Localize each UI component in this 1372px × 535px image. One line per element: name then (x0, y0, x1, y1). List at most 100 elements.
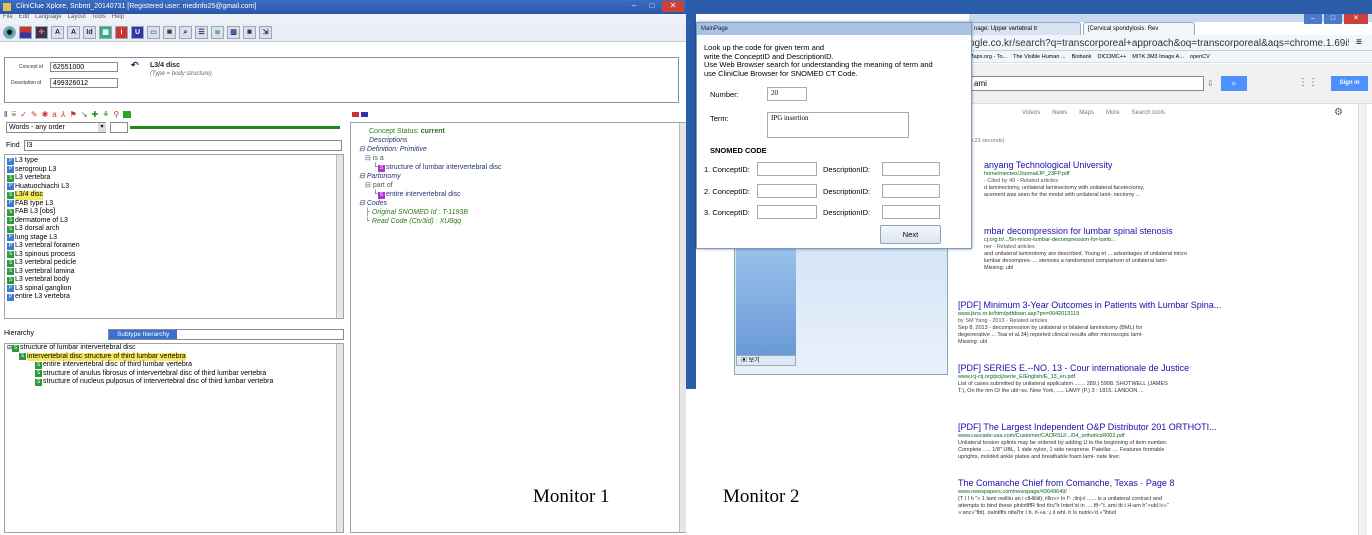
flag-uk-icon[interactable] (361, 112, 368, 117)
page-scrollbar[interactable] (1358, 104, 1367, 535)
list-item[interactable]: S L3 spinous process (7, 251, 341, 260)
descriptions-link[interactable]: Descriptions (369, 136, 408, 145)
tool-icon[interactable]: ✎ (31, 110, 38, 119)
is-a-target[interactable]: structure of lumbar intervertebral disc (386, 164, 502, 171)
list-item[interactable]: Sdermatome of L3 (7, 217, 341, 226)
result-url[interactable]: home/mecteo/Journal/JP_23FP.pdf (984, 171, 1372, 178)
taskbar-item[interactable]: ▣ 보기 (736, 355, 796, 366)
menu-icon[interactable]: ≡ (1356, 37, 1362, 48)
branch-icon[interactable]: ⅄ (61, 110, 66, 119)
google-search-button[interactable]: ⌕ (1221, 76, 1247, 91)
concept-id-2-field[interactable] (757, 184, 817, 198)
list-item[interactable]: Pentire L3 vertebra (7, 293, 341, 302)
list-item[interactable]: S L3 vertebral pedicle (7, 259, 341, 268)
hierarchy-select[interactable]: Subtype hierarchy (108, 329, 344, 340)
star-icon[interactable]: ✱ (42, 110, 49, 119)
menu-language[interactable]: Language (35, 14, 62, 20)
result-url[interactable]: www.cascade-usa.com/Customer/CAORSU/.../… (958, 433, 1353, 440)
list-item[interactable]: P L3 spinal ganglion (7, 285, 341, 294)
folder-icon[interactable]: ▭ (147, 26, 160, 39)
search-tab-videos[interactable]: Videos (1022, 110, 1040, 116)
dropdown-arrow-icon[interactable]: ▾ (98, 123, 106, 132)
bookmark-item[interactable]: The Visible Human ... (1013, 51, 1065, 62)
search-tab-news[interactable]: News (1052, 110, 1067, 116)
pause-icon[interactable]: ‖ (4, 110, 7, 119)
bookmark-item[interactable]: openCV (1190, 51, 1210, 62)
arrow-icon[interactable]: ↘ (81, 110, 88, 119)
list-item[interactable]: P L3 vertebral foramen (7, 242, 341, 251)
description-id-3-field[interactable] (882, 205, 940, 219)
bookmark-item[interactable]: Biobank (1072, 51, 1092, 62)
list-item[interactable]: S L3 vertebra (7, 174, 341, 183)
back-icon[interactable]: ↶ (131, 60, 139, 71)
tree-node[interactable]: Sstructure of nucleus pulposus of interv… (5, 378, 343, 387)
list-item[interactable]: S L3 vertebral lamina (7, 268, 341, 277)
flag-uk-icon[interactable]: ✚ (35, 26, 48, 39)
grid-icon[interactable]: ▦ (99, 26, 112, 39)
result-url[interactable]: www.icj-cij.org/pcij/serie_E/English/E_1… (958, 374, 1353, 381)
minimize-icon[interactable]: – (626, 1, 642, 12)
result-url[interactable]: www.jkns.or.kr/htm/pdfdown.asp?pn=004201… (958, 311, 1353, 318)
info-icon[interactable]: i (115, 26, 128, 39)
menu-layout[interactable]: Layout (68, 14, 86, 20)
map-icon[interactable]: ▥ (227, 26, 240, 39)
flag-us-icon[interactable] (19, 26, 32, 39)
flag-us-icon[interactable] (352, 112, 359, 117)
search-count-field[interactable] (110, 122, 128, 133)
concept-id-1-field[interactable] (757, 162, 817, 176)
part-of-target[interactable]: entire intervertebral disc (386, 191, 461, 198)
list-icon[interactable]: ☰ (195, 26, 208, 39)
tree-icon[interactable]: ⚘ (102, 110, 109, 119)
result-title-link[interactable]: The Comanche Chief from Comanche, Texas … (958, 478, 1353, 489)
google-search-input[interactable]: ami (971, 76, 1204, 91)
bookmark-item[interactable]: DICOMC++ (1097, 51, 1126, 62)
results-scrollbar[interactable] (336, 155, 343, 318)
search-tab-maps[interactable]: Maps (1079, 110, 1094, 116)
list-item[interactable]: Plung stage L3 (7, 234, 341, 243)
maximize-icon[interactable]: □ (644, 1, 660, 12)
tree-scrollbar[interactable] (336, 344, 343, 532)
text-icon[interactable]: a (52, 110, 56, 119)
table-icon[interactable]: ▤ (163, 26, 176, 39)
search-icon[interactable]: ⌕ (179, 26, 192, 39)
close-icon[interactable]: ✕ (662, 1, 684, 12)
browser-tab-1[interactable]: nage: Upper vertebral tr (969, 22, 1081, 35)
result-title-link[interactable]: [PDF] Minimum 3-Year Outcomes in Patient… (958, 300, 1353, 311)
bookmark-item[interactable]: MITK 3M3 Image A... (1132, 51, 1184, 62)
list-item[interactable]: Pserogroup L3 (7, 166, 341, 175)
lines-icon[interactable]: ≣ (211, 26, 224, 39)
export-icon[interactable]: ⇲ (259, 26, 272, 39)
concept-id-3-field[interactable] (757, 205, 817, 219)
description-id-1-field[interactable] (882, 162, 940, 176)
result-title-link[interactable]: mbar decompression for lumbar spinal ste… (984, 226, 1372, 237)
sign-in-button[interactable]: Sign in (1331, 76, 1368, 91)
list-item[interactable]: S FAB L3 [obs] (7, 208, 341, 217)
check-icon[interactable]: ✓ (20, 110, 27, 119)
number-field[interactable]: 20 (767, 87, 807, 101)
description-id-2-field[interactable] (882, 184, 940, 198)
menu-file[interactable]: File (3, 14, 13, 20)
address-bar[interactable]: ogle.co.kr/search?q=transcorporeal+appro… (969, 37, 1349, 50)
filter-icon[interactable]: ⩸ (11, 109, 16, 119)
snomed-map-icon[interactable]: ▦ (243, 26, 256, 39)
search-mode-select[interactable]: Words - any order (6, 122, 106, 133)
list-item[interactable]: P Huatuochiachi L3 (7, 183, 341, 192)
search-tab-more[interactable]: More (1106, 110, 1120, 116)
description-id-field[interactable]: 499326012 (50, 78, 118, 88)
globe-icon[interactable]: ◉ (3, 26, 16, 39)
menu-help[interactable]: Help (112, 14, 124, 20)
tree-node[interactable]: Sentire intervertebral disc of third lum… (5, 361, 343, 370)
list-item[interactable]: S L3 vertebral body (7, 276, 341, 285)
result-title-link[interactable]: anyang Technological University (984, 160, 1372, 171)
browser-close-icon[interactable]: ✕ (1344, 14, 1368, 24)
term-field[interactable]: IPG insertion (767, 112, 909, 138)
list-item[interactable]: S L3 dorsal arch (7, 225, 341, 234)
result-title-link[interactable]: [PDF] SERIES E.--NO. 13 - Cour internati… (958, 363, 1353, 374)
green-square-icon[interactable] (123, 110, 132, 118)
pin-icon[interactable]: ⚲ (113, 110, 119, 119)
details-scrollbar[interactable] (679, 123, 686, 532)
tree-node[interactable]: ⊟ Sstructure of lumbar intervertebral dis… (5, 344, 343, 353)
result-url[interactable]: cj.org.tr/.../5n-micro-lumbar-decompress… (984, 237, 1372, 244)
browser-maximize-icon[interactable]: □ (1324, 14, 1342, 24)
plus-icon[interactable]: ✚ (92, 110, 99, 119)
